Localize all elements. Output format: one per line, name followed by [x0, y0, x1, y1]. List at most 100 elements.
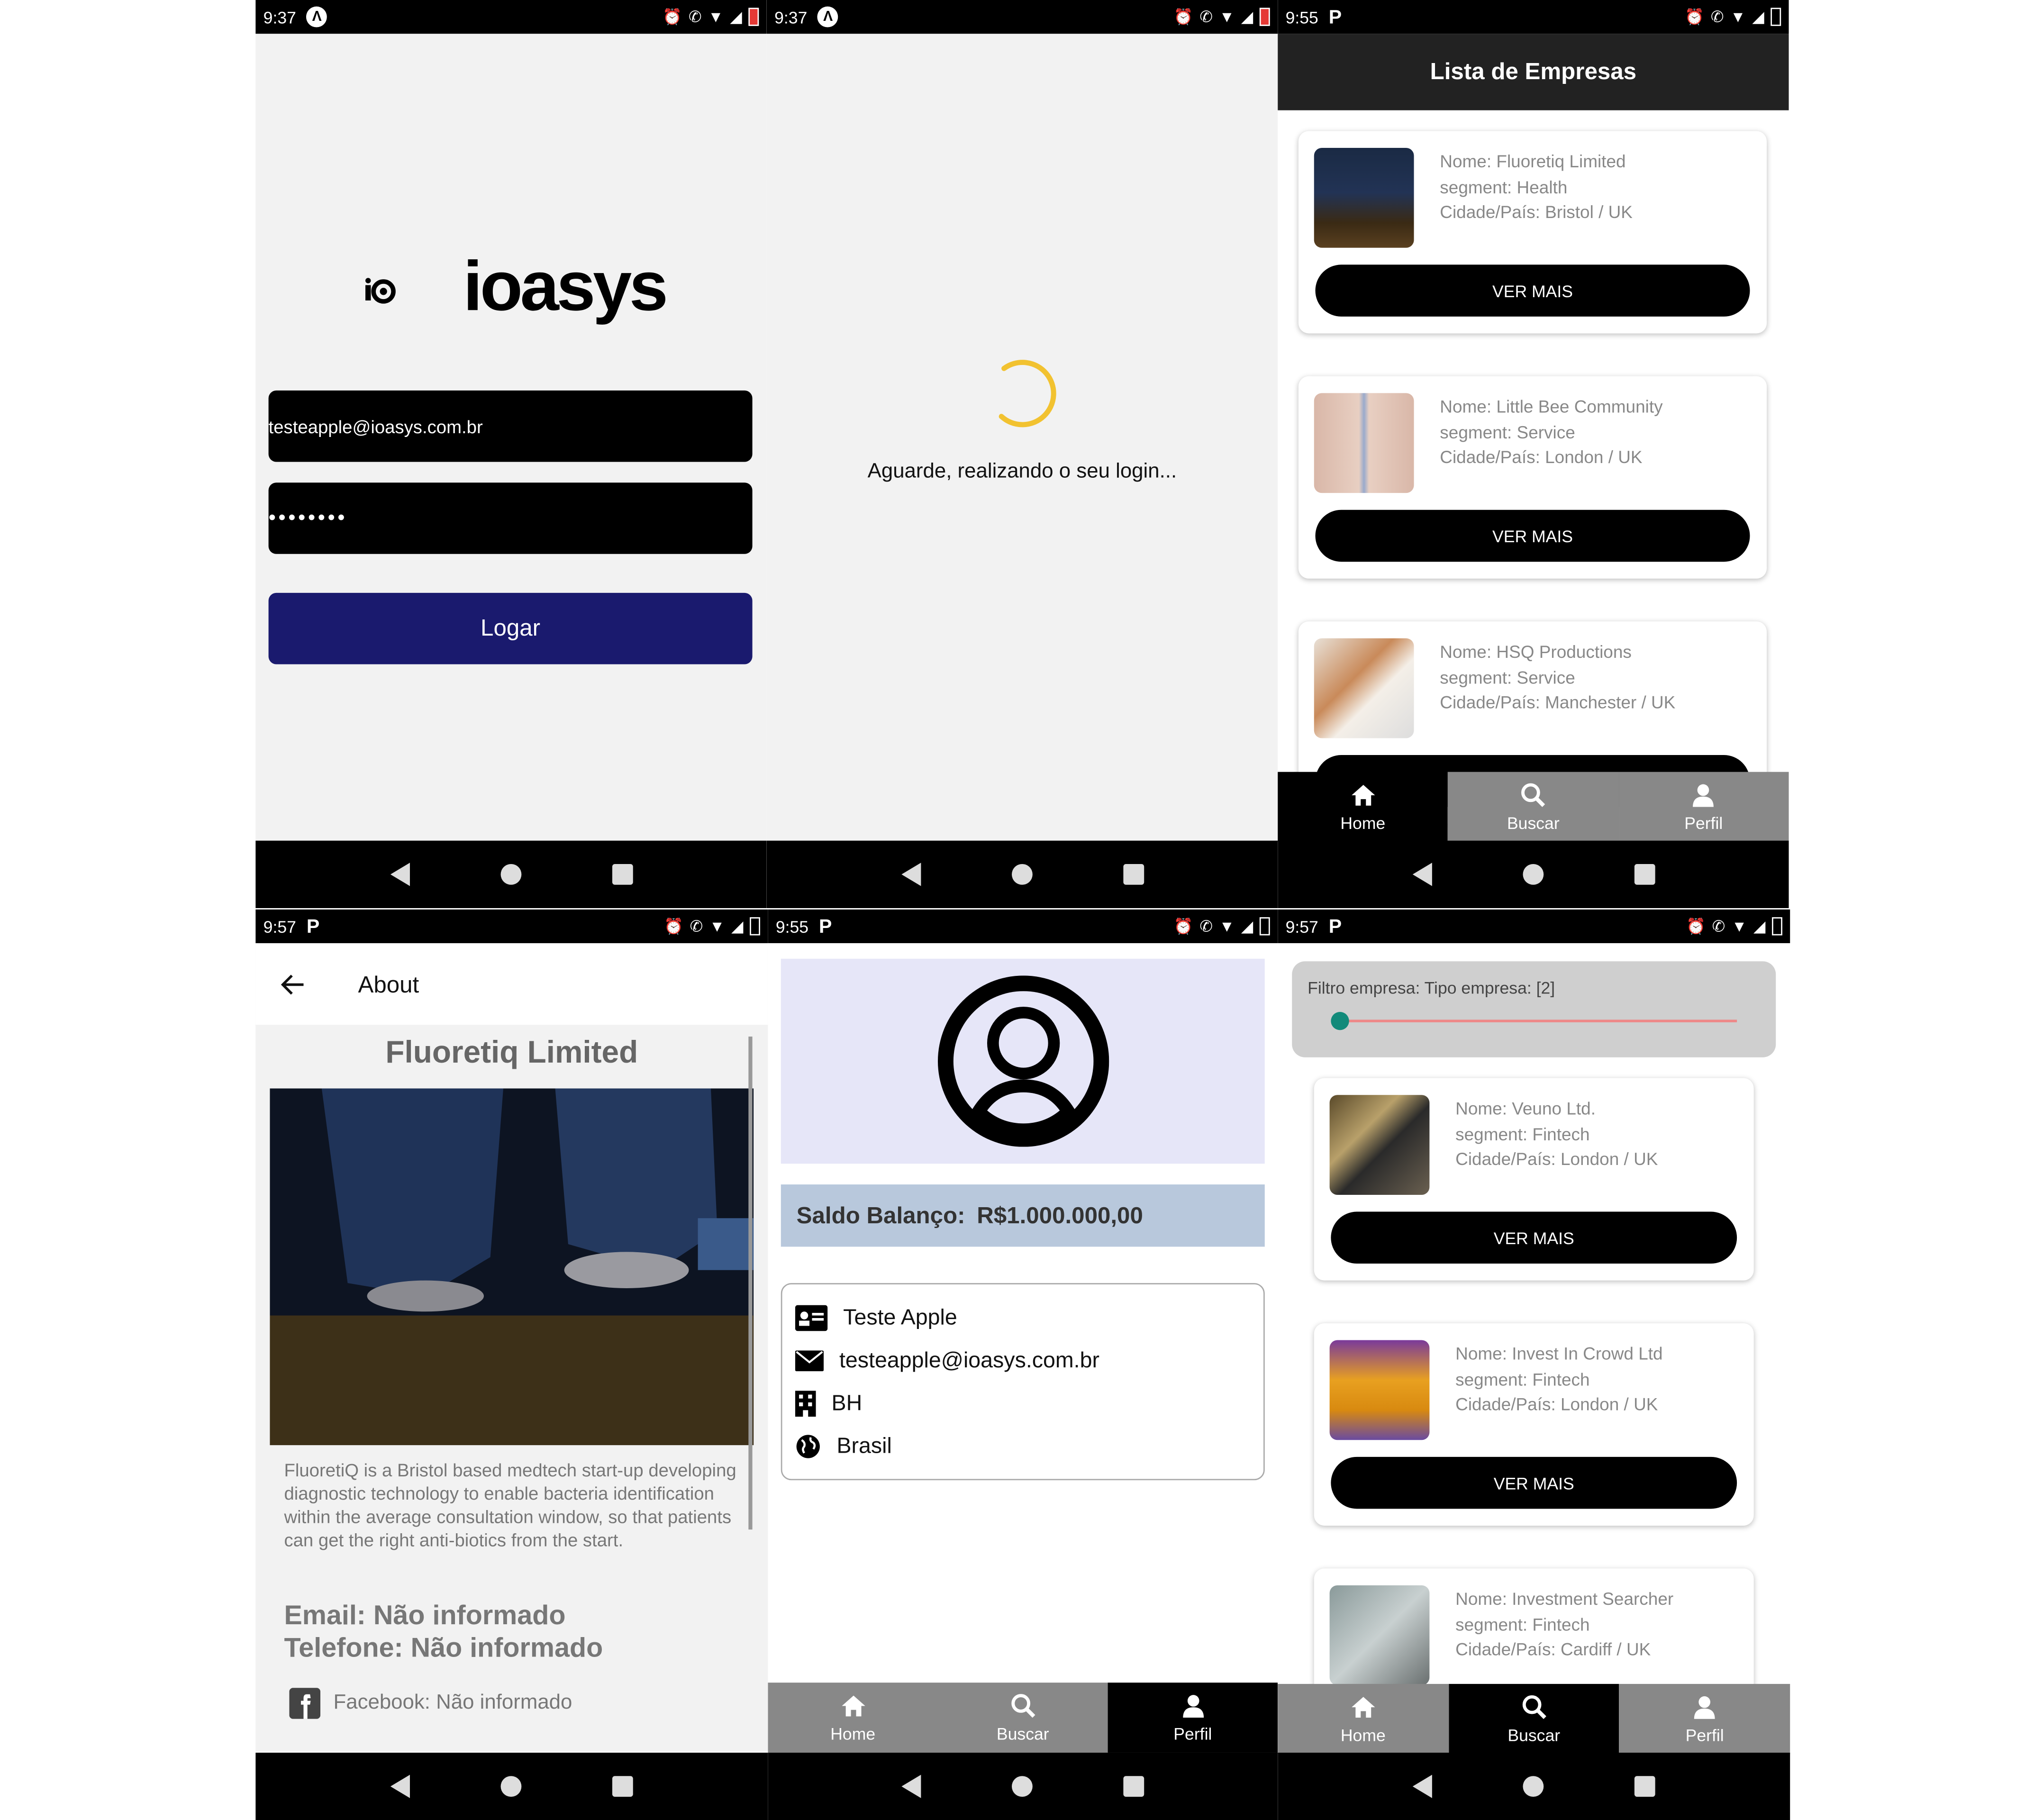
loading-spinner-icon — [999, 360, 1056, 428]
home-circle-icon[interactable] — [1011, 864, 1032, 885]
tab-label: Perfil — [1685, 1725, 1724, 1745]
tab-profile[interactable]: Perfil — [1618, 772, 1789, 842]
tab-label: Home — [830, 1723, 876, 1743]
profile-email: testeapple@ioasys.com.br — [839, 1347, 1099, 1373]
android-nav-bar — [255, 840, 767, 909]
profile-country-row: Brasil — [795, 1434, 892, 1460]
recents-icon[interactable] — [612, 1776, 633, 1797]
app-notification-icon: Λ — [306, 6, 327, 27]
tab-home[interactable]: Home — [768, 1683, 938, 1753]
alarm-icon: ⏰ — [663, 8, 682, 26]
home-circle-icon[interactable] — [500, 864, 521, 885]
recents-icon[interactable] — [1123, 1776, 1144, 1797]
android-nav-bar — [255, 1752, 768, 1820]
tab-label: Buscar — [1507, 1725, 1561, 1745]
ver-mais-button[interactable]: VER MAIS — [1331, 1456, 1737, 1509]
company-info: Nome: Little Bee Community segment: Serv… — [1440, 394, 1662, 470]
company-email: Email: Não informado — [284, 1601, 566, 1631]
battery-icon — [1259, 8, 1270, 26]
balance-bar: Saldo Balanço: R$1.000.000,00 — [781, 1184, 1265, 1247]
company-description: FluoretiQ is a Bristol based medtech sta… — [284, 1459, 736, 1550]
search-icon — [1521, 783, 1545, 807]
company-city: Cidade/País: Cardiff / UK — [1455, 1639, 1651, 1659]
company-photo — [270, 1088, 754, 1446]
home-circle-icon[interactable] — [1523, 1776, 1544, 1797]
battery-icon — [1259, 917, 1270, 936]
ver-mais-button[interactable]: VER MAIS — [1315, 510, 1750, 562]
globe-icon — [796, 1435, 820, 1458]
company-image — [270, 1088, 754, 1446]
company-thumbnail — [1314, 148, 1414, 248]
recents-icon[interactable] — [1634, 864, 1655, 885]
alarm-icon: ⏰ — [1685, 8, 1705, 26]
search-icon — [1010, 1693, 1035, 1717]
call-icon: ✆ — [1199, 8, 1213, 26]
status-time: 9:37 — [263, 7, 296, 27]
tab-profile[interactable]: Perfil — [1108, 1683, 1278, 1753]
back-icon[interactable] — [390, 1774, 410, 1798]
recents-icon[interactable] — [1634, 1776, 1655, 1797]
login-button[interactable]: Logar — [268, 592, 753, 664]
signal-icon: ◢ — [1241, 8, 1253, 26]
profile-city-row: BH — [795, 1391, 862, 1417]
status-icons: ⏰ ✆ ▼ ◢ — [664, 917, 760, 936]
back-icon[interactable] — [900, 863, 921, 886]
company-card: Nome: Fluoretiq Limited segment: Health … — [1298, 131, 1767, 334]
tab-label: Home — [1340, 1725, 1386, 1745]
tab-home[interactable]: Home — [1278, 1684, 1449, 1754]
recents-icon[interactable] — [1123, 864, 1144, 885]
balance-value: R$1.000.000,00 — [977, 1202, 1143, 1228]
tab-home[interactable]: Home — [1278, 772, 1448, 842]
slider-thumb[interactable] — [1331, 1012, 1349, 1030]
status-bar: 9:57 P ⏰ ✆ ▼ ◢ — [1278, 909, 1790, 943]
arrow-left-icon[interactable] — [280, 972, 306, 998]
profile-screen: 9:55 P ⏰ ✆ ▼ ◢ Saldo Balanço: R$1.000.00… — [768, 909, 1278, 1820]
company-card: Nome: Veuno Ltd. segment: Fintech Cidade… — [1314, 1078, 1754, 1281]
back-icon[interactable] — [390, 863, 409, 886]
back-icon[interactable] — [1412, 863, 1432, 886]
status-icons: ⏰ ✆ ▼ ◢ — [663, 8, 759, 26]
login-screen: 9:37 Λ ⏰ ✆ ▼ ◢ ioasys testeapple@ioasys.… — [255, 0, 767, 909]
tab-profile[interactable]: Perfil — [1619, 1684, 1790, 1754]
home-circle-icon[interactable] — [1522, 864, 1543, 885]
home-circle-icon[interactable] — [1012, 1776, 1033, 1797]
back-icon[interactable] — [901, 1774, 921, 1798]
password-input[interactable]: •••••••• — [268, 482, 753, 554]
status-time: 9:57 — [1285, 916, 1318, 936]
company-info: Nome: Fluoretiq Limited segment: Health … — [1440, 149, 1633, 225]
recents-icon[interactable] — [611, 864, 633, 885]
home-circle-icon[interactable] — [500, 1776, 522, 1797]
signal-icon: ◢ — [1753, 917, 1766, 936]
profile-info-box: Teste Apple testeapple@ioasys.com.br BH … — [781, 1283, 1265, 1481]
ver-mais-button[interactable]: VER MAIS — [1331, 1211, 1737, 1264]
ver-mais-button[interactable]: VER MAIS — [1315, 264, 1750, 317]
balance-label: Saldo Balanço: — [796, 1202, 965, 1228]
company-segment: segment: Service — [1440, 422, 1575, 442]
slider-track[interactable] — [1340, 1019, 1737, 1022]
loading-screen: 9:37 Λ ⏰ ✆ ▼ ◢ Aguarde, realizando o seu… — [766, 0, 1278, 909]
company-card: Nome: Little Bee Community segment: Serv… — [1298, 376, 1767, 579]
app-bar: About — [255, 944, 768, 1025]
back-icon[interactable] — [1412, 1774, 1432, 1798]
scrollbar[interactable] — [748, 1037, 753, 1530]
tab-label: Perfil — [1684, 812, 1723, 832]
facebook-row[interactable]: Facebook: Não informado — [289, 1688, 572, 1719]
email-input[interactable]: testeapple@ioasys.com.br — [268, 390, 753, 462]
id-card-icon — [795, 1305, 828, 1331]
status-time: 9:55 — [775, 916, 809, 936]
tab-search[interactable]: Buscar — [1448, 1684, 1619, 1754]
alarm-icon: ⏰ — [1686, 917, 1706, 936]
battery-icon — [1771, 8, 1781, 26]
status-time: 9:37 — [774, 7, 808, 27]
company-thumbnail — [1314, 393, 1414, 493]
company-thumbnail — [1314, 638, 1414, 738]
tab-search[interactable]: Buscar — [937, 1683, 1108, 1753]
profile-name: Teste Apple — [843, 1305, 957, 1330]
company-name: Nome: Veuno Ltd. — [1455, 1099, 1596, 1119]
call-icon: ✆ — [690, 917, 703, 936]
company-name: Nome: Investment Searcher — [1455, 1589, 1674, 1609]
tab-search[interactable]: Buscar — [1448, 772, 1619, 842]
signal-icon: ◢ — [731, 917, 744, 936]
android-nav-bar — [766, 840, 1278, 909]
wifi-icon: ▼ — [708, 8, 724, 26]
